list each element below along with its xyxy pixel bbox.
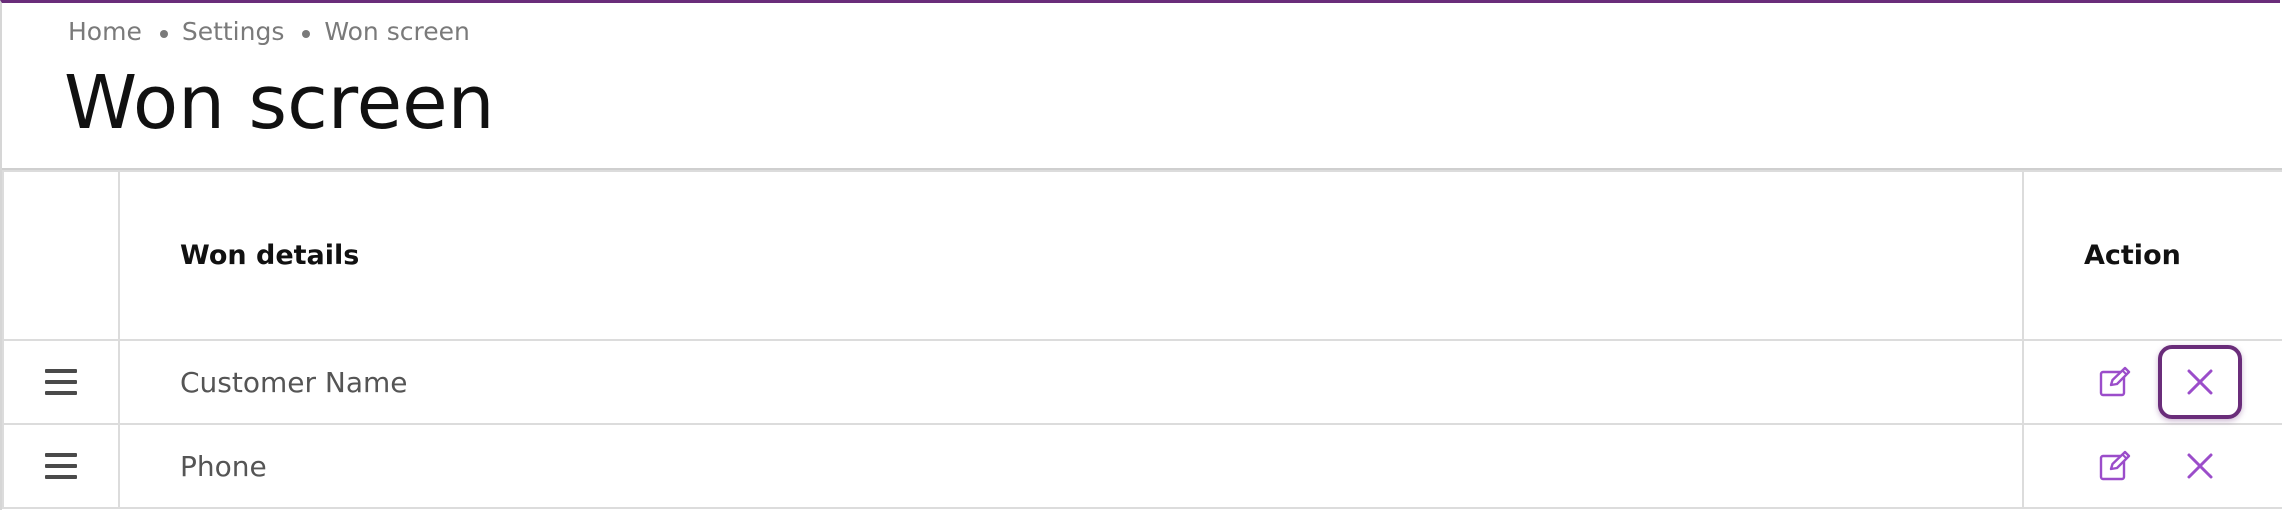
drag-cell <box>2 339 120 425</box>
edit-icon <box>2099 366 2131 397</box>
table-row: Phone <box>2 423 2282 509</box>
delete-button[interactable] <box>2158 345 2242 419</box>
breadcrumb: Home Settings Won screen <box>68 17 470 46</box>
edit-icon <box>2099 450 2131 481</box>
close-icon <box>2187 369 2213 395</box>
drag-column-header <box>2 170 120 341</box>
drag-handle-icon[interactable] <box>45 368 77 396</box>
page: Home Settings Won screen Won screen Won … <box>0 0 2282 510</box>
edit-button[interactable] <box>2098 365 2132 399</box>
action-cell <box>2022 339 2282 425</box>
page-title: Won screen <box>64 60 495 146</box>
breadcrumb-current: Won screen <box>324 17 470 46</box>
breadcrumb-separator <box>302 29 311 38</box>
table-row: Customer Name <box>2 339 2282 425</box>
breadcrumb-home[interactable]: Home <box>68 17 142 46</box>
drag-cell <box>2 423 120 509</box>
edit-button[interactable] <box>2098 449 2132 483</box>
drag-handle-icon[interactable] <box>45 452 77 480</box>
won-details-header: Won details <box>118 170 2024 341</box>
action-header: Action <box>2022 170 2282 341</box>
row-label: Phone <box>118 423 2024 509</box>
action-cell <box>2022 423 2282 509</box>
table-header-row: Won details Action <box>2 170 2282 341</box>
breadcrumb-settings[interactable]: Settings <box>182 17 285 46</box>
won-details-table: Won details Action Customer Name Phone <box>2 168 2282 509</box>
breadcrumb-separator <box>159 29 168 38</box>
close-icon <box>2187 453 2213 479</box>
delete-button[interactable] <box>2158 429 2242 503</box>
row-label: Customer Name <box>118 339 2024 425</box>
